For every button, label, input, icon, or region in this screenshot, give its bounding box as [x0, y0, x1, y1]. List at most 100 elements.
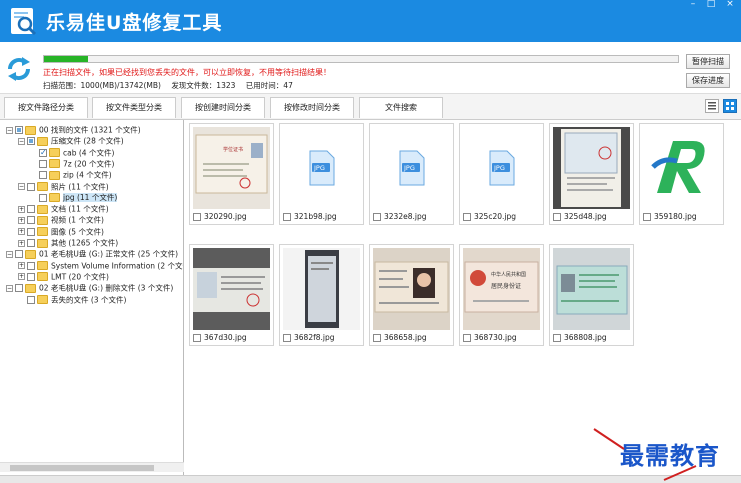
file-thumbnail[interactable]	[553, 127, 630, 209]
tree-checkbox[interactable]	[27, 182, 35, 191]
file-card[interactable]: JPG 325c20.jpg	[459, 123, 544, 225]
tree-node[interactable]: + 图像 (5 个文件)	[18, 226, 104, 237]
tree-checkbox[interactable]	[39, 159, 47, 168]
close-button[interactable]: ×	[724, 0, 736, 10]
maximize-button[interactable]: □	[705, 0, 717, 10]
tree-checkbox[interactable]	[39, 171, 47, 180]
file-checkbox[interactable]	[463, 334, 471, 342]
expand-toggle-icon[interactable]: −	[18, 137, 25, 145]
file-card[interactable]: 368658.jpg	[369, 244, 454, 346]
expand-toggle-icon[interactable]: +	[18, 239, 25, 247]
file-thumbnail[interactable]	[553, 248, 630, 330]
tree-checkbox[interactable]	[15, 284, 23, 293]
file-thumbnail[interactable]: JPG	[373, 127, 450, 209]
tree-node[interactable]: jpg (11 个文件)	[30, 192, 118, 203]
expand-toggle-icon[interactable]: +	[18, 205, 25, 213]
file-card[interactable]: 325d48.jpg	[549, 123, 634, 225]
tree-node[interactable]: 7z (20 个文件)	[30, 158, 114, 169]
tree-node-label: jpg (11 个文件)	[63, 193, 118, 203]
file-card[interactable]: JPG 3232e8.jpg	[369, 123, 454, 225]
folder-icon	[37, 182, 48, 191]
tab-by-path[interactable]: 按文件路径分类	[4, 97, 88, 118]
list-view-icon[interactable]	[705, 99, 719, 113]
file-checkbox[interactable]	[463, 213, 471, 221]
file-caption: 320290.jpg	[193, 212, 247, 222]
file-thumbnail[interactable]: 中华人民共和国 居民身份证	[463, 248, 540, 330]
tree-checkbox[interactable]	[27, 239, 35, 247]
file-checkbox[interactable]	[553, 213, 561, 221]
tree-checkbox[interactable]	[27, 137, 35, 146]
tab-by-created[interactable]: 按创建时间分类	[181, 97, 265, 118]
tree-node[interactable]: − 压缩文件 (28 个文件)	[18, 135, 124, 146]
expand-toggle-icon[interactable]: −	[18, 183, 25, 190]
expand-toggle-icon[interactable]: +	[18, 273, 25, 281]
tree-node[interactable]: + 其他 (1265 个文件)	[18, 237, 118, 248]
folder-icon	[37, 295, 48, 304]
file-checkbox[interactable]	[553, 334, 561, 342]
file-checkbox[interactable]	[193, 213, 201, 221]
tree-checkbox[interactable]	[27, 216, 35, 225]
file-checkbox[interactable]	[373, 213, 381, 221]
expand-toggle-icon[interactable]: −	[6, 126, 13, 134]
scan-range: 扫描范围：1000(MB)/13742(MB)	[43, 81, 161, 90]
tree-node[interactable]: − 01 老毛桃U盘 (G:) 正常文件 (25 个文件)	[6, 248, 178, 259]
file-card[interactable]: 中华人民共和国 居民身份证 368730.jpg	[459, 244, 544, 346]
file-thumbnail[interactable]: JPG	[283, 127, 360, 209]
file-checkbox[interactable]	[373, 334, 381, 342]
scrollbar-thumb[interactable]	[10, 465, 154, 471]
file-card[interactable]: JPG 321b98.jpg	[279, 123, 364, 225]
tab-by-modified[interactable]: 按修改时间分类	[270, 97, 354, 118]
file-thumbnail[interactable]: 学位证书	[193, 127, 270, 209]
file-checkbox[interactable]	[643, 213, 651, 221]
folder-icon	[37, 204, 48, 214]
tree-node[interactable]: − 02 老毛桃U盘 (G:) 删除文件 (3 个文件)	[6, 282, 173, 293]
tree-checkbox[interactable]	[27, 261, 35, 270]
grid-view-icon[interactable]	[723, 99, 737, 113]
file-card[interactable]: 367d30.jpg	[189, 244, 274, 346]
tree-node[interactable]: zip (4 个文件)	[30, 169, 112, 180]
pause-scan-button[interactable]: 暂停扫描	[686, 54, 730, 69]
tree-checkbox[interactable]	[27, 272, 35, 281]
tree-checkbox[interactable]	[39, 147, 47, 158]
tree-horizontal-scrollbar[interactable]	[0, 462, 184, 472]
file-checkbox[interactable]	[283, 213, 291, 221]
file-checkbox[interactable]	[283, 334, 291, 342]
file-thumbnail[interactable]: JPG	[463, 127, 540, 209]
tree-node[interactable]: + 文档 (11 个文件)	[18, 203, 109, 214]
tab-by-type[interactable]: 按文件类型分类	[92, 97, 176, 118]
tree-node[interactable]: + System Volume Information (2 个文件)	[18, 260, 184, 271]
file-thumbnail[interactable]	[283, 248, 360, 330]
file-card[interactable]: 3682f8.jpg	[279, 244, 364, 346]
file-name: 368808.jpg	[564, 333, 607, 342]
file-caption: 3232e8.jpg	[373, 212, 426, 222]
tree-node[interactable]: − 照片 (11 个文件)	[18, 181, 109, 192]
file-card[interactable]: 359180.jpg	[639, 123, 724, 225]
tree-checkbox[interactable]	[15, 250, 23, 259]
save-progress-button[interactable]: 保存进度	[686, 73, 730, 88]
tree-checkbox[interactable]	[27, 205, 35, 214]
file-thumbnail[interactable]	[193, 248, 270, 330]
tree-checkbox[interactable]	[27, 295, 35, 304]
tree-checkbox[interactable]	[27, 227, 35, 236]
tree-node[interactable]: + LMT (20 个文件)	[18, 271, 109, 282]
tree-node[interactable]: cab (4 个文件)	[30, 147, 114, 158]
expand-toggle-icon[interactable]: −	[6, 284, 13, 292]
tree-node[interactable]: − 00 找到的文件 (1321 个文件)	[6, 124, 141, 135]
expand-toggle-icon[interactable]: +	[18, 262, 25, 270]
tab-file-search[interactable]: 文件搜索	[359, 97, 443, 118]
expand-toggle-icon[interactable]: −	[6, 250, 13, 258]
file-checkbox[interactable]	[193, 334, 201, 342]
file-card[interactable]: 368808.jpg	[549, 244, 634, 346]
file-thumbnail[interactable]	[643, 127, 720, 209]
tree-node-label: System Volume Information (2 个文件)	[51, 261, 184, 271]
tree-node[interactable]: + 视频 (1 个文件)	[18, 214, 104, 225]
file-thumbnail[interactable]	[373, 248, 450, 330]
tree-checkbox[interactable]	[39, 193, 47, 202]
svg-text:中华人民共和国: 中华人民共和国	[491, 271, 526, 278]
file-card[interactable]: 学位证书 320290.jpg	[189, 123, 274, 225]
expand-toggle-icon[interactable]: +	[18, 228, 25, 236]
tree-node[interactable]: 丢失的文件 (3 个文件)	[18, 294, 126, 305]
tree-checkbox[interactable]	[15, 126, 23, 134]
expand-toggle-icon[interactable]: +	[18, 216, 25, 224]
minimize-button[interactable]: –	[687, 0, 699, 10]
